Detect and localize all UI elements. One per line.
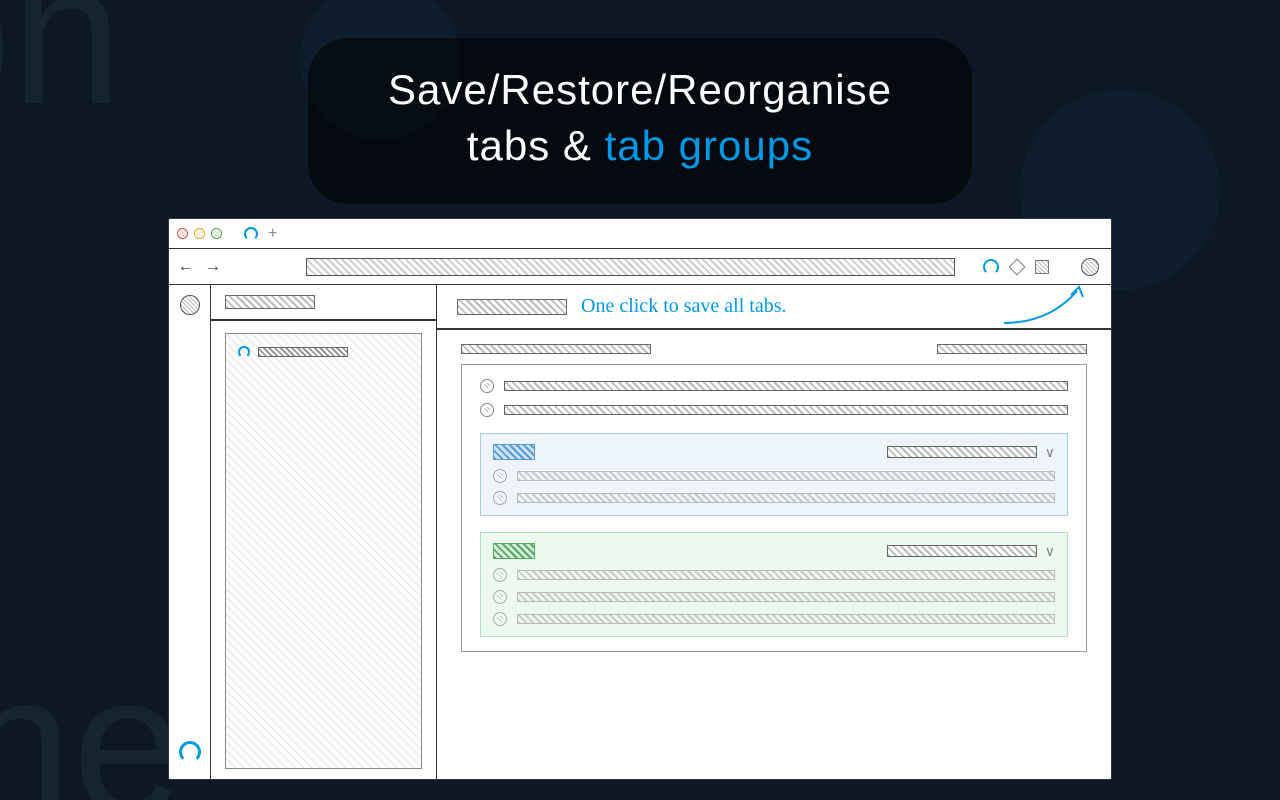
tab-session-card: ∨	[461, 364, 1087, 652]
sidebar-item-icon	[238, 346, 250, 358]
meta-right	[937, 344, 1087, 354]
headline-line2: tabs & tab groups	[388, 122, 892, 170]
group-name	[887, 545, 1037, 557]
tab-title	[517, 570, 1055, 580]
favicon-icon	[480, 379, 494, 393]
promo-headline: Save/Restore/Reorganise tabs & tab group…	[308, 38, 972, 204]
window-minimize-icon[interactable]	[194, 228, 205, 239]
sidebar-item-label	[258, 347, 348, 357]
address-bar[interactable]	[306, 258, 955, 276]
rail-item[interactable]	[180, 295, 200, 315]
chevron-down-icon[interactable]: ∨	[1045, 444, 1055, 461]
saved-tab-row[interactable]	[493, 568, 1055, 582]
favicon-icon	[493, 491, 507, 505]
window-close-icon[interactable]	[177, 228, 188, 239]
favicon-icon	[493, 590, 507, 604]
sidebar-list	[225, 333, 422, 770]
onetab-extension-icon[interactable]	[983, 259, 999, 275]
activity-rail	[169, 285, 211, 779]
content-meta-row	[457, 344, 1091, 354]
tab-group-blue: ∨	[480, 433, 1068, 516]
saved-tab-row[interactable]	[480, 379, 1068, 393]
group-color-chip[interactable]	[493, 444, 535, 460]
saved-tab-row[interactable]	[480, 403, 1068, 417]
callout-annotation: One click to save all tabs.	[581, 295, 787, 318]
sidebar	[211, 285, 437, 779]
group-name	[887, 446, 1037, 458]
favicon-icon	[493, 612, 507, 626]
tab-title	[517, 614, 1055, 624]
active-tab-icon[interactable]	[244, 227, 258, 241]
sidebar-title	[225, 295, 315, 309]
main-content: One click to save all tabs.	[437, 285, 1111, 779]
saved-tab-row[interactable]	[493, 612, 1055, 626]
group-color-chip[interactable]	[493, 543, 535, 559]
tab-bar: +	[169, 219, 1111, 249]
new-tab-button[interactable]: +	[268, 225, 277, 243]
extension-icon[interactable]	[1009, 258, 1026, 275]
toolbar: ← →	[169, 249, 1111, 285]
tab-title	[504, 405, 1068, 415]
headline-line1: Save/Restore/Reorganise	[388, 66, 892, 114]
favicon-icon	[493, 469, 507, 483]
browser-menu-icon[interactable]	[1081, 258, 1099, 276]
onetab-logo-icon[interactable]	[179, 741, 201, 763]
browser-window-mock: + ← →	[168, 218, 1112, 780]
content-title	[457, 299, 567, 315]
chevron-down-icon[interactable]: ∨	[1045, 543, 1055, 560]
saved-tab-row[interactable]	[493, 469, 1055, 483]
extension-icon-2[interactable]	[1035, 260, 1049, 274]
favicon-icon	[493, 568, 507, 582]
meta-left	[461, 344, 651, 354]
tab-title	[517, 592, 1055, 602]
tab-title	[517, 493, 1055, 503]
saved-tab-row[interactable]	[493, 590, 1055, 604]
tab-title	[504, 381, 1068, 391]
tab-group-green: ∨	[480, 532, 1068, 637]
tab-title	[517, 471, 1055, 481]
saved-tab-row[interactable]	[493, 491, 1055, 505]
nav-back-forward[interactable]: ← →	[181, 258, 222, 276]
favicon-icon	[480, 403, 494, 417]
sidebar-item[interactable]	[238, 346, 409, 358]
window-maximize-icon[interactable]	[211, 228, 222, 239]
